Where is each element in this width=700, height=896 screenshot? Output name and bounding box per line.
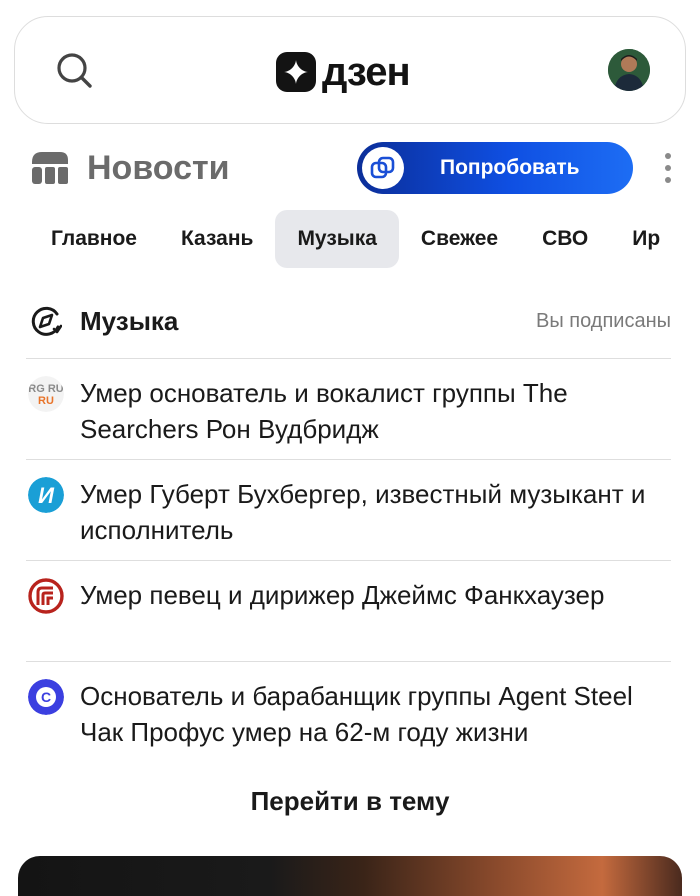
rg-text: RG RU: [28, 383, 64, 395]
subscription-status: Вы подписаны: [536, 310, 671, 332]
more-vertical-icon[interactable]: [658, 150, 678, 186]
news-headline: Умер певец и дирижер Джеймс Фанкхаузер: [80, 580, 605, 610]
overlapping-squares-icon: [362, 147, 404, 189]
news-headline: Умер Губерт Бухбергер, известный музыкан…: [80, 479, 646, 545]
user-avatar[interactable]: [608, 49, 650, 91]
tab-music[interactable]: Музыка: [275, 210, 399, 268]
tab-partial[interactable]: Ир: [610, 210, 682, 268]
search-icon[interactable]: [55, 51, 95, 91]
topic-header[interactable]: Музыка Вы подписаны: [30, 300, 671, 344]
news-item[interactable]: C Основатель и барабанщик группы Agent S…: [26, 661, 671, 762]
tab-main[interactable]: Главное: [30, 210, 159, 268]
news-item[interactable]: RG RU RU Умер основатель и вокалист груп…: [26, 358, 671, 459]
try-button-label: Попробовать: [440, 156, 580, 179]
dzen-star-icon: [276, 52, 316, 92]
news-item[interactable]: И Умер Губерт Бухбергер, известный музык…: [26, 459, 671, 560]
news-headline: Умер основатель и вокалист группы The Se…: [80, 378, 568, 444]
logo-text: дзен: [322, 50, 411, 94]
section-title: Новости: [87, 149, 230, 187]
i-letter: И: [38, 483, 55, 508]
news-headline: Основатель и барабанщик группы Agent Ste…: [80, 681, 633, 747]
rg-ru-logo-icon: RG RU RU: [28, 376, 64, 412]
tab-svo[interactable]: СВО: [520, 210, 610, 268]
tab-fresh[interactable]: Свежее: [399, 210, 520, 268]
topic-title: Музыка: [80, 306, 179, 336]
i-source-logo-icon: И: [28, 477, 64, 513]
news-icon: [30, 150, 70, 186]
try-button[interactable]: Попробовать: [357, 142, 633, 194]
topic-compass-icon: [30, 305, 63, 337]
go-to-topic-link[interactable]: Перейти в тему: [0, 786, 700, 817]
ru-text: RU: [38, 395, 54, 407]
c-source-logo-icon: C: [28, 679, 64, 715]
news-item[interactable]: Умер певец и дирижер Джеймс Фанкхаузер: [26, 560, 671, 661]
category-tabs: Главное Казань Музыка Свежее СВО Ир: [30, 210, 682, 268]
red-rings-logo-icon: [28, 578, 64, 614]
tab-kazan[interactable]: Казань: [159, 210, 275, 268]
next-card-image[interactable]: [18, 856, 682, 896]
dzen-logo[interactable]: дзен: [276, 50, 411, 94]
news-list: RG RU RU Умер основатель и вокалист груп…: [26, 358, 671, 762]
c-letter: C: [41, 689, 51, 705]
top-bar: дзен: [14, 16, 686, 124]
